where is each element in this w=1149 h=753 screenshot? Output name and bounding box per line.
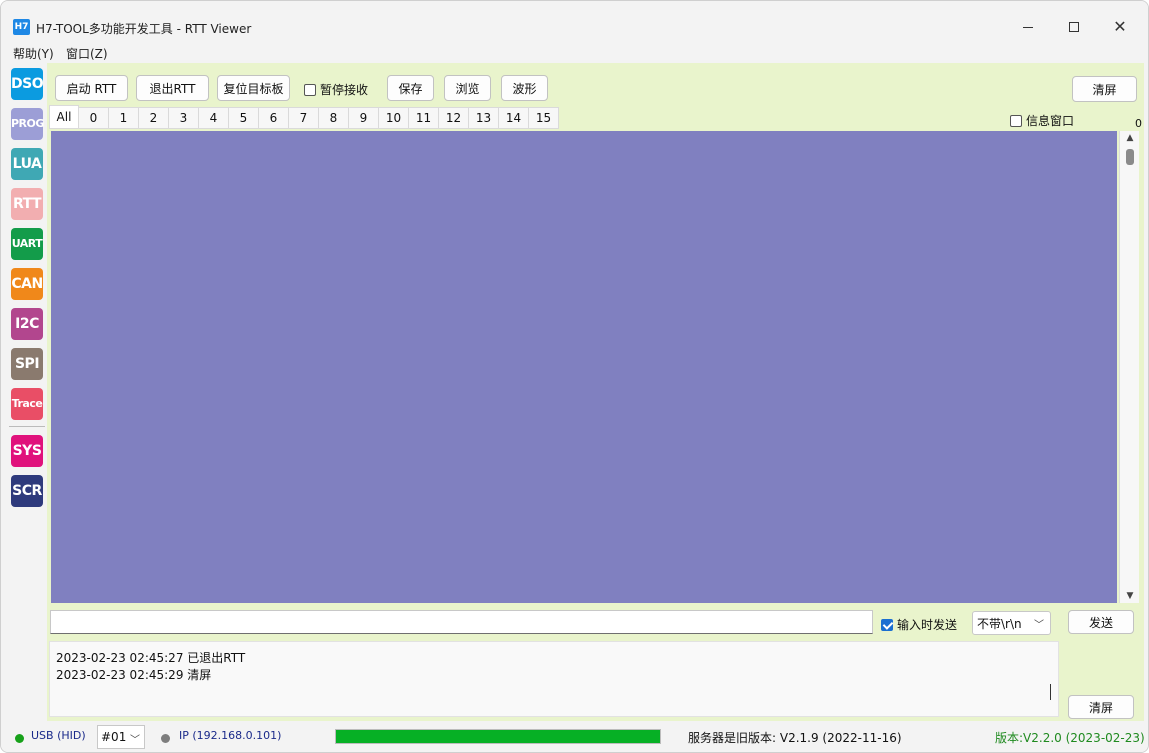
title-bar[interactable]: H7 H7-TOOL多功能开发工具 - RTT Viewer ✕ (1, 1, 1148, 41)
minimize-icon (1023, 26, 1033, 28)
log-line: 2023-02-23 02:45:29 清屏 (56, 668, 212, 682)
tab-channel-1[interactable]: 1 (109, 107, 139, 129)
clear-log-button[interactable]: 清屏 (1068, 695, 1134, 719)
checkbox-icon (1010, 114, 1022, 127)
start-rtt-button[interactable]: 启动 RTT (55, 75, 128, 101)
scrollbar-thumb[interactable] (1126, 149, 1134, 165)
menu-window[interactable]: 窗口(Z) (66, 45, 108, 62)
checkbox-checked-icon (881, 618, 893, 631)
terminal-scrollbar[interactable]: ▲ ▼ (1119, 131, 1139, 603)
send-on-input-label: 输入时发送 (897, 618, 958, 632)
ip-status: IP (192.168.0.101) (179, 729, 282, 742)
tab-channel-14[interactable]: 14 (499, 107, 529, 129)
checkbox-icon (304, 83, 316, 96)
line-ending-value: 不带\r\n (977, 616, 1022, 631)
sidebar-item-spi[interactable]: SPI (11, 348, 43, 380)
scroll-up-icon[interactable]: ▲ (1120, 133, 1140, 143)
pause-receive-checkbox[interactable]: 暂停接收 (304, 81, 368, 98)
sidebar-item-scr[interactable]: SCR (11, 475, 43, 507)
side-toolbar: DSO PROG LUA RTT UART CAN I2C SPI Trace … (1, 63, 49, 723)
tab-channel-6[interactable]: 6 (259, 107, 289, 129)
server-version: 服务器是旧版本: V2.1.9 (2022-11-16) (688, 731, 902, 745)
text-caret (1050, 684, 1051, 700)
channel-tabs: All 0 1 2 3 4 5 6 7 8 9 10 11 12 13 14 1… (49, 105, 559, 129)
send-input[interactable] (50, 610, 873, 634)
app-version: 版本:V2.2.0 (2023-02-23) (995, 731, 1145, 745)
tab-channel-9[interactable]: 9 (349, 107, 379, 129)
line-counter: 0 (1135, 117, 1142, 130)
sidebar-item-uart[interactable]: UART (11, 228, 43, 260)
exit-rtt-button[interactable]: 退出RTT (136, 75, 209, 101)
tab-channel-7[interactable]: 7 (289, 107, 319, 129)
info-log-area: 2023-02-23 02:45:27 已退出RTT 2023-02-23 02… (47, 638, 1144, 721)
line-ending-select[interactable]: 不带\r\n ﹀ (972, 611, 1051, 635)
tab-channel-12[interactable]: 12 (439, 107, 469, 129)
scroll-down-icon[interactable]: ▼ (1120, 591, 1140, 601)
rtt-terminal[interactable] (51, 131, 1117, 603)
app-logo-icon: H7 (13, 19, 30, 35)
sidebar-item-prog[interactable]: PROG (11, 108, 44, 140)
sidebar-divider (9, 426, 45, 427)
progress-bar (335, 729, 661, 744)
usb-status: USB (HID) (31, 729, 86, 742)
tab-channel-15[interactable]: 15 (529, 107, 559, 129)
info-window-checkbox[interactable]: 信息窗口 (1010, 112, 1074, 129)
tab-channel-13[interactable]: 13 (469, 107, 499, 129)
waveform-button[interactable]: 波形 (501, 75, 548, 101)
sidebar-item-rtt[interactable]: RTT (11, 188, 43, 220)
send-button[interactable]: 发送 (1068, 610, 1134, 634)
tab-channel-11[interactable]: 11 (409, 107, 439, 129)
minimize-button[interactable] (1005, 13, 1051, 41)
chevron-down-icon: ﹀ (1034, 620, 1044, 631)
close-button[interactable]: ✕ (1097, 13, 1143, 41)
menu-help[interactable]: 帮助(Y) (13, 45, 54, 62)
info-log[interactable]: 2023-02-23 02:45:27 已退出RTT 2023-02-23 02… (49, 641, 1059, 717)
tab-channel-10[interactable]: 10 (379, 107, 409, 129)
app-window: H7 H7-TOOL多功能开发工具 - RTT Viewer ✕ 帮助(Y) 窗… (0, 0, 1149, 753)
device-value: #01 (101, 730, 127, 744)
pause-receive-label: 暂停接收 (320, 83, 369, 97)
tab-channel-5[interactable]: 5 (229, 107, 259, 129)
sidebar-item-dso[interactable]: DSO (11, 68, 44, 100)
sidebar-item-i2c[interactable]: I2C (11, 308, 43, 340)
info-window-label: 信息窗口 (1026, 114, 1075, 128)
menu-bar: 帮助(Y) 窗口(Z) (1, 43, 1148, 63)
rtt-panel: 启动 RTT 退出RTT 复位目标板 暂停接收 保存 浏览 波形 清屏 All … (47, 63, 1144, 638)
tab-channel-3[interactable]: 3 (169, 107, 199, 129)
sidebar-item-trace[interactable]: Trace (11, 388, 43, 420)
window-title: H7-TOOL多功能开发工具 - RTT Viewer (36, 22, 252, 36)
sidebar-item-can[interactable]: CAN (11, 268, 43, 300)
browse-button[interactable]: 浏览 (444, 75, 491, 101)
device-select[interactable]: #01 ﹀ (97, 725, 145, 749)
chevron-down-icon: ﹀ (130, 735, 140, 746)
tab-channel-8[interactable]: 8 (319, 107, 349, 129)
ip-status-dot-icon (161, 734, 170, 743)
tab-channel-0[interactable]: 0 (79, 107, 109, 129)
maximize-icon (1069, 22, 1079, 32)
reset-target-button[interactable]: 复位目标板 (217, 75, 290, 101)
sidebar-item-lua[interactable]: LUA (11, 148, 43, 180)
progress-fill (336, 730, 660, 743)
usb-status-dot-icon (15, 734, 24, 743)
close-icon: ✕ (1113, 17, 1127, 36)
maximize-button[interactable] (1051, 13, 1097, 41)
tab-channel-2[interactable]: 2 (139, 107, 169, 129)
send-row: 输入时发送 不带\r\n ﹀ 发送 (47, 605, 1144, 638)
tab-all[interactable]: All (49, 105, 79, 129)
clear-terminal-button[interactable]: 清屏 (1072, 76, 1137, 102)
send-on-input-checkbox[interactable]: 输入时发送 (881, 616, 957, 633)
status-bar: USB (HID) #01 ﹀ IP (192.168.0.101) 服务器是旧… (1, 723, 1148, 752)
save-button[interactable]: 保存 (387, 75, 434, 101)
tab-channel-4[interactable]: 4 (199, 107, 229, 129)
sidebar-item-sys[interactable]: SYS (11, 435, 43, 467)
log-line: 2023-02-23 02:45:27 已退出RTT (56, 651, 246, 665)
